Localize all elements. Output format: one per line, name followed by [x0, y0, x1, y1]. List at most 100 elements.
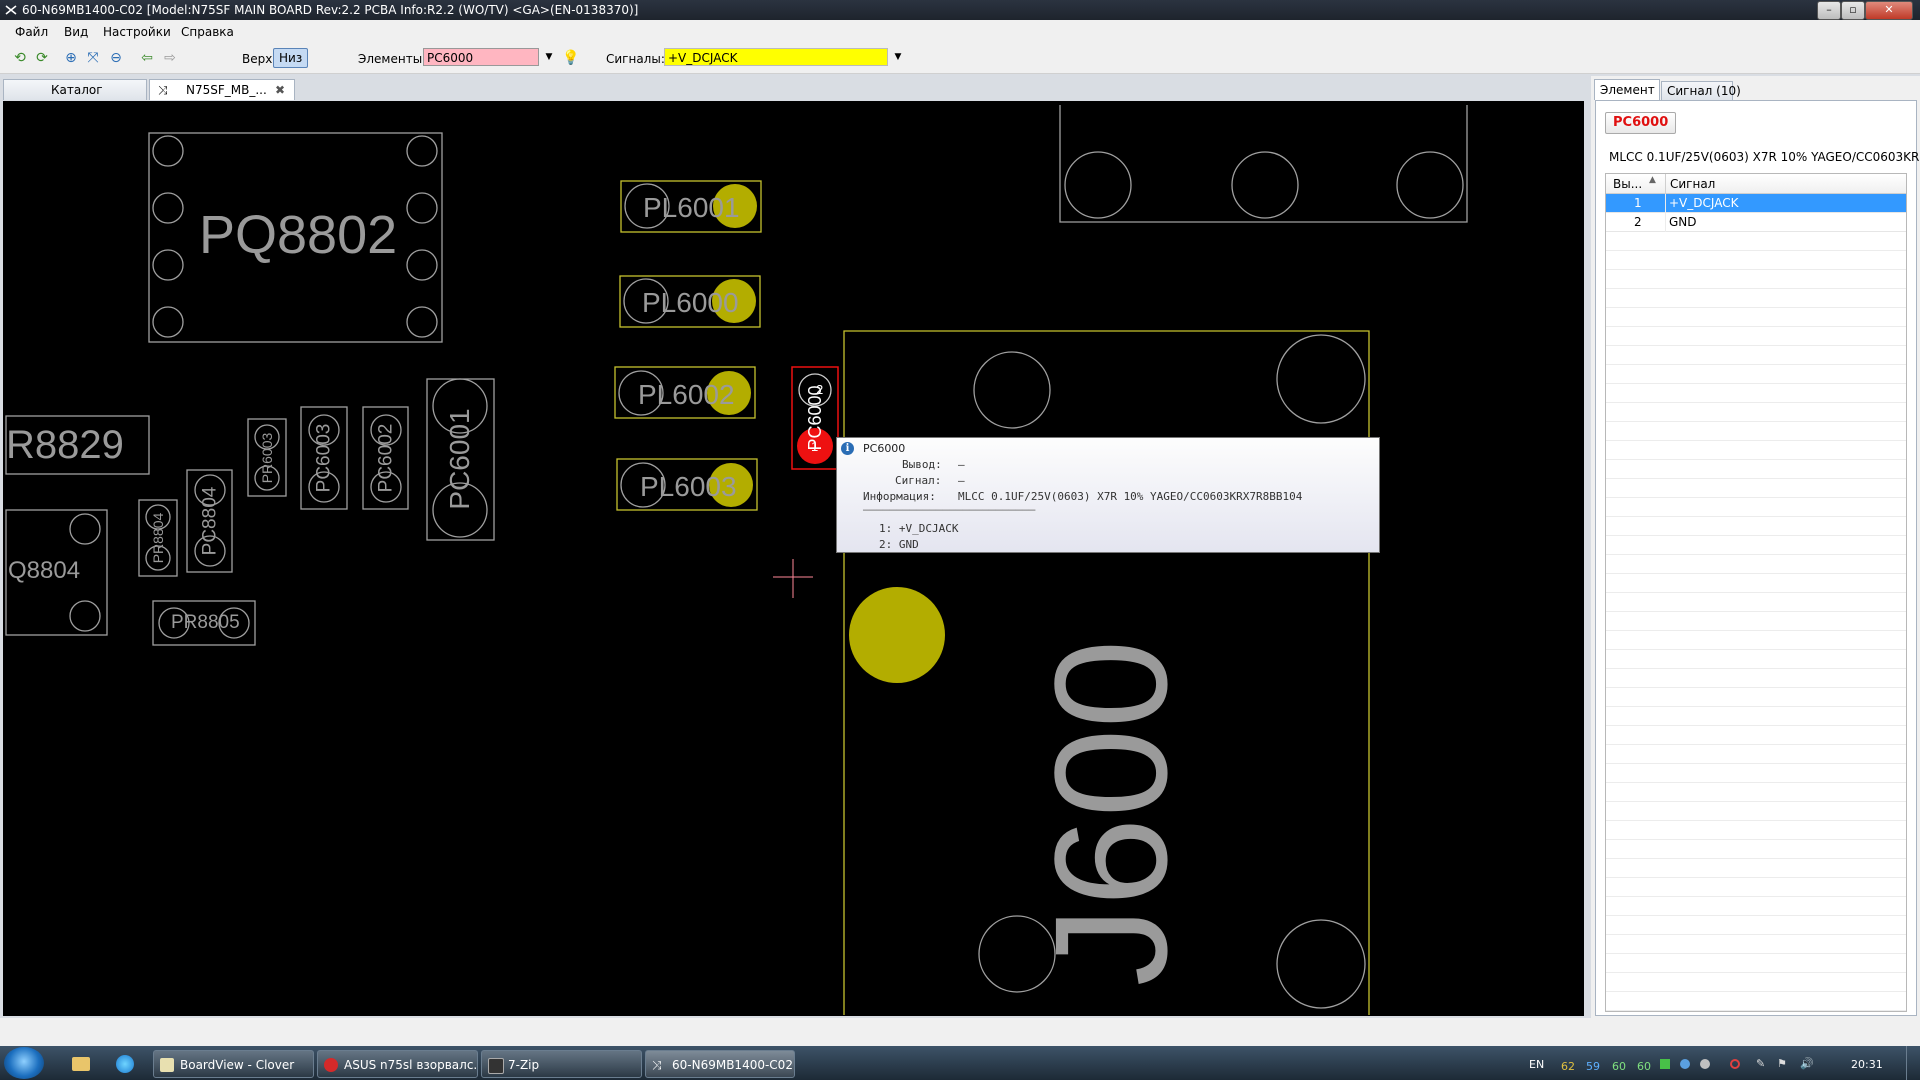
zoom-in-icon[interactable]: ⊕: [63, 50, 79, 66]
tab-catalog[interactable]: Каталог: [3, 79, 147, 100]
tab-element[interactable]: Элемент: [1594, 79, 1660, 100]
elements-input[interactable]: PC6000: [423, 48, 539, 66]
tooltip-pin-1: 1: +V_DCJACK: [879, 522, 959, 535]
tab-board-file[interactable]: ⤨ N75SF_MB_... ✖: [149, 79, 295, 100]
pc6002-label: PC6002: [375, 423, 397, 493]
toolbar: ⟲ ⟳ ⊕ ⤧ ⊖ ⇦ ⇨ Верх Низ Элементы: PC6000 …: [0, 43, 1920, 74]
pl6000-label: PL6000: [642, 287, 739, 318]
taskbar-7zip-label: 7-Zip: [508, 1058, 540, 1072]
tray-opera-icon[interactable]: [1730, 1059, 1740, 1069]
column-signal[interactable]: Сигнал: [1670, 177, 1715, 191]
row-pin: 2: [1634, 215, 1642, 229]
maximize-button[interactable]: ▫: [1841, 1, 1865, 20]
row-signal: +V_DCJACK: [1669, 196, 1739, 210]
pc6003-label: PC6003: [313, 423, 335, 493]
pc8804-label: PC8804: [199, 486, 221, 556]
minimize-button[interactable]: –: [1817, 1, 1841, 20]
language-indicator[interactable]: EN: [1529, 1058, 1544, 1071]
table-row[interactable]: 1 +V_DCJACK: [1606, 194, 1906, 213]
tab-signal[interactable]: Сигнал (10): [1661, 81, 1741, 100]
grid-empty-rows: [1606, 232, 1906, 1011]
pl6001-label: PL6001: [643, 192, 740, 223]
table-row[interactable]: 2 GND: [1606, 213, 1906, 232]
taskbar-boardview-label: BoardView - Clover: [180, 1058, 295, 1072]
clock[interactable]: 20:31: [1851, 1058, 1883, 1071]
app-icon: [5, 5, 17, 15]
j600-label: J600: [1021, 639, 1200, 987]
pr8804-label: PR8804: [150, 512, 166, 564]
temp-2: 59: [1586, 1060, 1600, 1073]
zoom-fit-icon[interactable]: ⤧: [85, 50, 101, 66]
close-button[interactable]: ✕: [1865, 1, 1913, 20]
menu-file[interactable]: Файл: [15, 25, 48, 39]
pq8802-label: PQ8802: [199, 205, 398, 265]
window-title: 60-N69MB1400-C02 [Model:N75SF MAIN BOARD…: [22, 3, 639, 17]
board-file-app-icon: ⤨: [652, 1058, 662, 1072]
boardview-window: 60-N69MB1400-C02 [Model:N75SF MAIN BOARD…: [0, 0, 1920, 1080]
back-arrow-icon[interactable]: ⇦: [139, 50, 155, 66]
tooltip-pin-2: 2: GND: [879, 538, 919, 551]
taskbar: BoardView - Clover ASUS n75sl взорвалс..…: [0, 1046, 1920, 1080]
temp-3: 60: [1612, 1060, 1626, 1073]
elements-dropdown-arrow[interactable]: ▼: [541, 48, 557, 66]
signals-input[interactable]: +V_DCJACK: [664, 48, 888, 66]
zoom-out-icon[interactable]: ⊖: [108, 50, 124, 66]
q8804-label: Q8804: [8, 557, 81, 584]
taskbar-board-file-label: 60-N69MB1400-C02 ...: [672, 1058, 795, 1072]
taskbar-board-file[interactable]: ⤨ 60-N69MB1400-C02 ...: [645, 1050, 795, 1078]
menu-bar: Файл Вид Настройки Справка: [0, 20, 1920, 44]
board-tab-icon: ⤨: [158, 83, 168, 97]
tooltip-title: PC6000: [863, 442, 906, 455]
show-desktop-button[interactable]: [1906, 1046, 1920, 1080]
taskbar-7zip[interactable]: 7-Zip: [481, 1050, 642, 1078]
tab-close-icon[interactable]: ✖: [275, 80, 285, 100]
part-name-badge[interactable]: PC6000: [1605, 112, 1677, 134]
rotate-right-icon[interactable]: ⟳: [34, 50, 50, 66]
column-pin[interactable]: Вы...: [1613, 177, 1642, 191]
tooltip-info-label: Информация:: [863, 490, 936, 503]
explorer-icon[interactable]: [72, 1057, 90, 1071]
start-button[interactable]: [4, 1047, 44, 1079]
pc6001-label: PC6001: [444, 408, 475, 510]
edge-icon[interactable]: [116, 1055, 134, 1073]
board-canvas[interactable]: PQ8802 R8829 Q8804 PR8805 PR8804 PC8804 …: [3, 101, 1584, 1016]
pr8805-label: PR8805: [171, 612, 240, 633]
tray-volume-icon[interactable]: 🔊: [1800, 1057, 1814, 1070]
tooltip-pin-label: Вывод:: [902, 458, 942, 471]
r8829-label: R8829: [6, 423, 124, 467]
temp-1: 62: [1561, 1060, 1575, 1073]
tooltip-signal-value: —: [958, 474, 965, 487]
tray-steam-icon[interactable]: [1680, 1059, 1690, 1069]
status-bar: [0, 1018, 1920, 1046]
top-side-button[interactable]: Верх: [242, 52, 272, 66]
taskbar-browser-label: ASUS n75sl взорвалс...: [344, 1058, 478, 1072]
taskbar-browser[interactable]: ASUS n75sl взорвалс...: [317, 1050, 478, 1078]
pr6003-label: PR6003: [259, 432, 275, 484]
boardview-app-icon: [160, 1058, 174, 1072]
menu-help[interactable]: Справка: [181, 25, 234, 39]
tray-tool-icon[interactable]: ✎: [1756, 1057, 1765, 1070]
bottom-side-button[interactable]: Низ: [273, 48, 309, 68]
pc6000-pin2-mark: 2: [816, 382, 824, 397]
part-description: MLCC 0.1UF/25V(0603) X7R 10% YAGEO/CC060…: [1609, 150, 1920, 164]
pl6003-label: PL6003: [640, 471, 737, 502]
signals-dropdown-arrow[interactable]: ▼: [890, 48, 906, 66]
tooltip-signal-label: Сигнал:: [895, 474, 942, 487]
lightbulb-icon[interactable]: 💡: [562, 50, 579, 66]
pc6000-pin1-mark: 1: [811, 439, 819, 454]
taskbar-boardview[interactable]: BoardView - Clover: [153, 1050, 314, 1078]
tooltip-pin-value: —: [958, 458, 965, 471]
table-header: Вы... ▲ Сигнал: [1606, 174, 1906, 194]
tray-cloud-icon[interactable]: [1700, 1059, 1710, 1069]
signals-label: Сигналы:: [606, 52, 665, 66]
tray-flag-icon[interactable]: ⚑: [1777, 1057, 1787, 1070]
row-pin: 1: [1634, 196, 1642, 210]
tray-green-icon[interactable]: [1660, 1059, 1670, 1069]
rotate-left-icon[interactable]: ⟲: [12, 50, 28, 66]
board-tab-label: N75SF_MB_...: [186, 83, 267, 97]
part-tooltip: i PC6000 Вывод: — Сигнал: — Информация: …: [836, 437, 1380, 553]
menu-view[interactable]: Вид: [64, 25, 88, 39]
forward-arrow-icon[interactable]: ⇨: [162, 50, 178, 66]
row-signal: GND: [1669, 215, 1697, 229]
menu-settings[interactable]: Настройки: [103, 25, 171, 39]
